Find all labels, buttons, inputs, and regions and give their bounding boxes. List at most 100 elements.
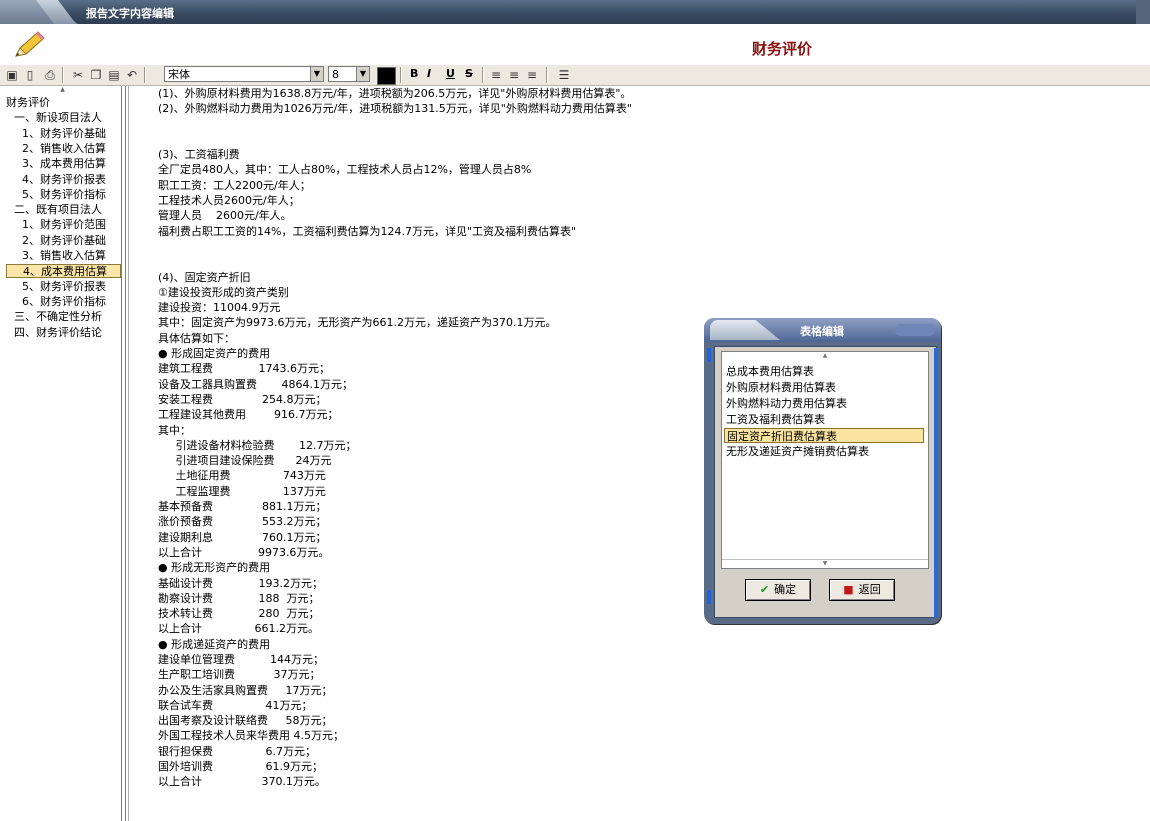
outline-tree[interactable]: ▲ 财务评价 一、新设项目法人 1、财务评价基础 2、销售收入估算 3、成本费用估算 4、…: [4, 86, 122, 821]
tree-item[interactable]: 2、财务评价基础: [6, 234, 121, 248]
tree-item[interactable]: 4、财务评价报表: [6, 173, 121, 187]
text-line: [158, 239, 1148, 254]
list-item[interactable]: 无形及递延资产摊销费估算表: [724, 444, 924, 459]
toolbar-separator: [144, 67, 146, 83]
align-center-icon[interactable]: ≡: [506, 67, 522, 83]
cut-icon[interactable]: ✂: [70, 67, 86, 83]
text-line: 以上合计 661.2万元。: [158, 622, 319, 636]
text-line: 设备及工器具购置费 4864.1万元；: [158, 377, 353, 391]
back-button-label: 返回: [858, 583, 881, 596]
save-icon[interactable]: ▣: [4, 67, 20, 83]
back-button[interactable]: ■ 返回: [829, 579, 895, 601]
tree-item[interactable]: 财务评价: [6, 96, 121, 110]
pencil-icon: [15, 31, 45, 57]
list-item[interactable]: 外购原材料费用估算表: [724, 380, 924, 395]
scroll-up-arrow-icon[interactable]: ▲: [722, 352, 928, 360]
text-line: 基础设计费 193.2万元；: [158, 576, 323, 590]
window-title: 报告文字内容编辑: [86, 7, 174, 20]
paste-icon[interactable]: ▤: [106, 67, 122, 83]
text-line: 以上合计 9973.6万元。: [158, 545, 330, 559]
text-line: 具体估算如下：: [158, 331, 235, 345]
text-line: 工程建设其他费用 916.7万元；: [158, 408, 339, 422]
dialog-title: 表格编辑: [800, 325, 844, 338]
text-line: 其中：: [158, 423, 191, 437]
dialog-title-bar[interactable]: 表格编辑: [704, 318, 941, 342]
text-line: 引进设备材料检验费 12.7万元；: [158, 438, 357, 452]
text-line: 建设投资：11004.9万元: [158, 301, 281, 315]
strikethrough-button[interactable]: S: [465, 67, 473, 80]
chevron-down-icon[interactable]: ▼: [310, 67, 323, 81]
text-line: (2)、外购燃料动力费用为1026万元/年，进项税额为131.5万元，详见"外购…: [158, 102, 632, 116]
align-right-icon[interactable]: ≡: [524, 67, 540, 83]
font-family-value: 宋体: [168, 68, 190, 81]
text-line: 土地征用费 743万元: [158, 469, 326, 483]
toolbar-separator: [400, 67, 402, 83]
text-line: 引进项目建设保险费 24万元: [158, 454, 332, 468]
scroll-down-arrow-icon[interactable]: ▼: [722, 559, 928, 568]
text-line: 外国工程技术人员来华费用 4.5万元；: [158, 729, 344, 743]
tree-item[interactable]: 3、销售收入估算: [6, 249, 121, 263]
pane-divider[interactable]: [125, 86, 126, 821]
exit-door-icon: ■: [843, 583, 854, 596]
tree-item[interactable]: 4、成本费用估算: [6, 264, 121, 279]
new-document-icon[interactable]: ▯: [22, 67, 38, 83]
text-line: 技术转让费 280 万元；: [158, 607, 320, 621]
document-title: 财务评价: [752, 40, 813, 58]
chevron-down-icon[interactable]: ▼: [356, 67, 369, 81]
text-line: 联合试车费 41万元；: [158, 698, 313, 712]
toolbar-separator: [546, 67, 548, 83]
font-size-select[interactable]: 8 ▼: [328, 66, 370, 82]
text-line: 银行担保费 6.7万元；: [158, 744, 316, 758]
font-size-value: 8: [332, 68, 339, 81]
text-line: 建设单位管理费 144万元；: [158, 652, 324, 666]
text-line: 建筑工程费 1743.6万元；: [158, 362, 330, 376]
dialog-right-accent: [934, 348, 938, 618]
font-family-select[interactable]: 宋体 ▼: [164, 66, 324, 82]
title-bar-right-strip: [1136, 0, 1150, 24]
text-line: ● 形成无形资产的费用: [158, 561, 271, 575]
tree-item[interactable]: 6、财务评价指标: [6, 295, 121, 309]
underline-button[interactable]: U: [446, 67, 455, 80]
tree-item[interactable]: 1、财务评价基础: [6, 127, 121, 141]
text-line: 出国考察及设计联络费 58万元；: [158, 714, 333, 728]
copy-icon[interactable]: ❐: [88, 67, 104, 83]
tree-item[interactable]: 2、销售收入估算: [6, 142, 121, 156]
tree-item[interactable]: 四、财务评价结论: [6, 326, 121, 340]
bullet-list-icon[interactable]: ☰: [556, 67, 572, 83]
ok-button[interactable]: ✔ 确定: [745, 579, 811, 601]
undo-icon[interactable]: ↶: [124, 67, 140, 83]
list-item[interactable]: 固定资产折旧费估算表: [724, 428, 924, 443]
report-text-editor[interactable]: (1)、外购原材料费用为1638.8万元/年，进项税额为206.5万元，详见"外…: [158, 86, 1148, 821]
text-line: 生产职工培训费 37万元；: [158, 668, 321, 682]
bold-button[interactable]: B: [410, 67, 418, 80]
italic-button[interactable]: I: [427, 67, 431, 80]
text-line: [158, 132, 1148, 147]
align-left-icon[interactable]: ≡: [488, 67, 504, 83]
text-line: 基本预备费 881.1万元；: [158, 500, 327, 514]
print-icon[interactable]: ⎙: [42, 67, 58, 83]
text-line: 工程监理费 137万元: [158, 484, 326, 498]
text-line: 勘察设计费 188 万元；: [158, 591, 320, 605]
tree-item[interactable]: 1、财务评价范围: [6, 218, 121, 232]
tree-item[interactable]: 3、成本费用估算: [6, 157, 121, 171]
text-line: (4)、固定资产折旧: [158, 270, 251, 284]
dialog-title-ornament: [895, 324, 935, 336]
list-item[interactable]: 总成本费用估算表: [724, 364, 924, 379]
text-line: 其中：固定资产为9973.6万元，无形资产为661.2万元，递延资产为370.1…: [158, 316, 557, 330]
window-title-bar[interactable]: 报告文字内容编辑: [0, 0, 1150, 25]
table-edit-dialog: 表格编辑 ▲ ▼ 总成本费用估算表 外购原材料费用估算表 外购燃料动力费用估算表 工资…: [704, 318, 941, 624]
tree-item[interactable]: 5、财务评价指标: [6, 188, 121, 202]
tree-item[interactable]: 三、不确定性分析: [6, 310, 121, 324]
tree-item[interactable]: 5、财务评价报表: [6, 280, 121, 294]
text-line: [158, 117, 1148, 132]
dialog-title-cap: [710, 320, 780, 340]
text-color-swatch[interactable]: [377, 67, 396, 85]
scroll-up-arrow-icon[interactable]: ▲: [4, 86, 121, 94]
list-item[interactable]: 外购燃料动力费用估算表: [724, 396, 924, 411]
tree-item[interactable]: 一、新设项目法人: [6, 111, 121, 125]
tree-item[interactable]: 二、既有项目法人: [6, 203, 121, 217]
text-line: 建设期利息 760.1万元；: [158, 530, 327, 544]
toolbar-separator: [482, 67, 484, 83]
table-listbox[interactable]: ▲ ▼ 总成本费用估算表 外购原材料费用估算表 外购燃料动力费用估算表 工资及福利费估…: [721, 351, 929, 569]
list-item[interactable]: 工资及福利费估算表: [724, 412, 924, 427]
